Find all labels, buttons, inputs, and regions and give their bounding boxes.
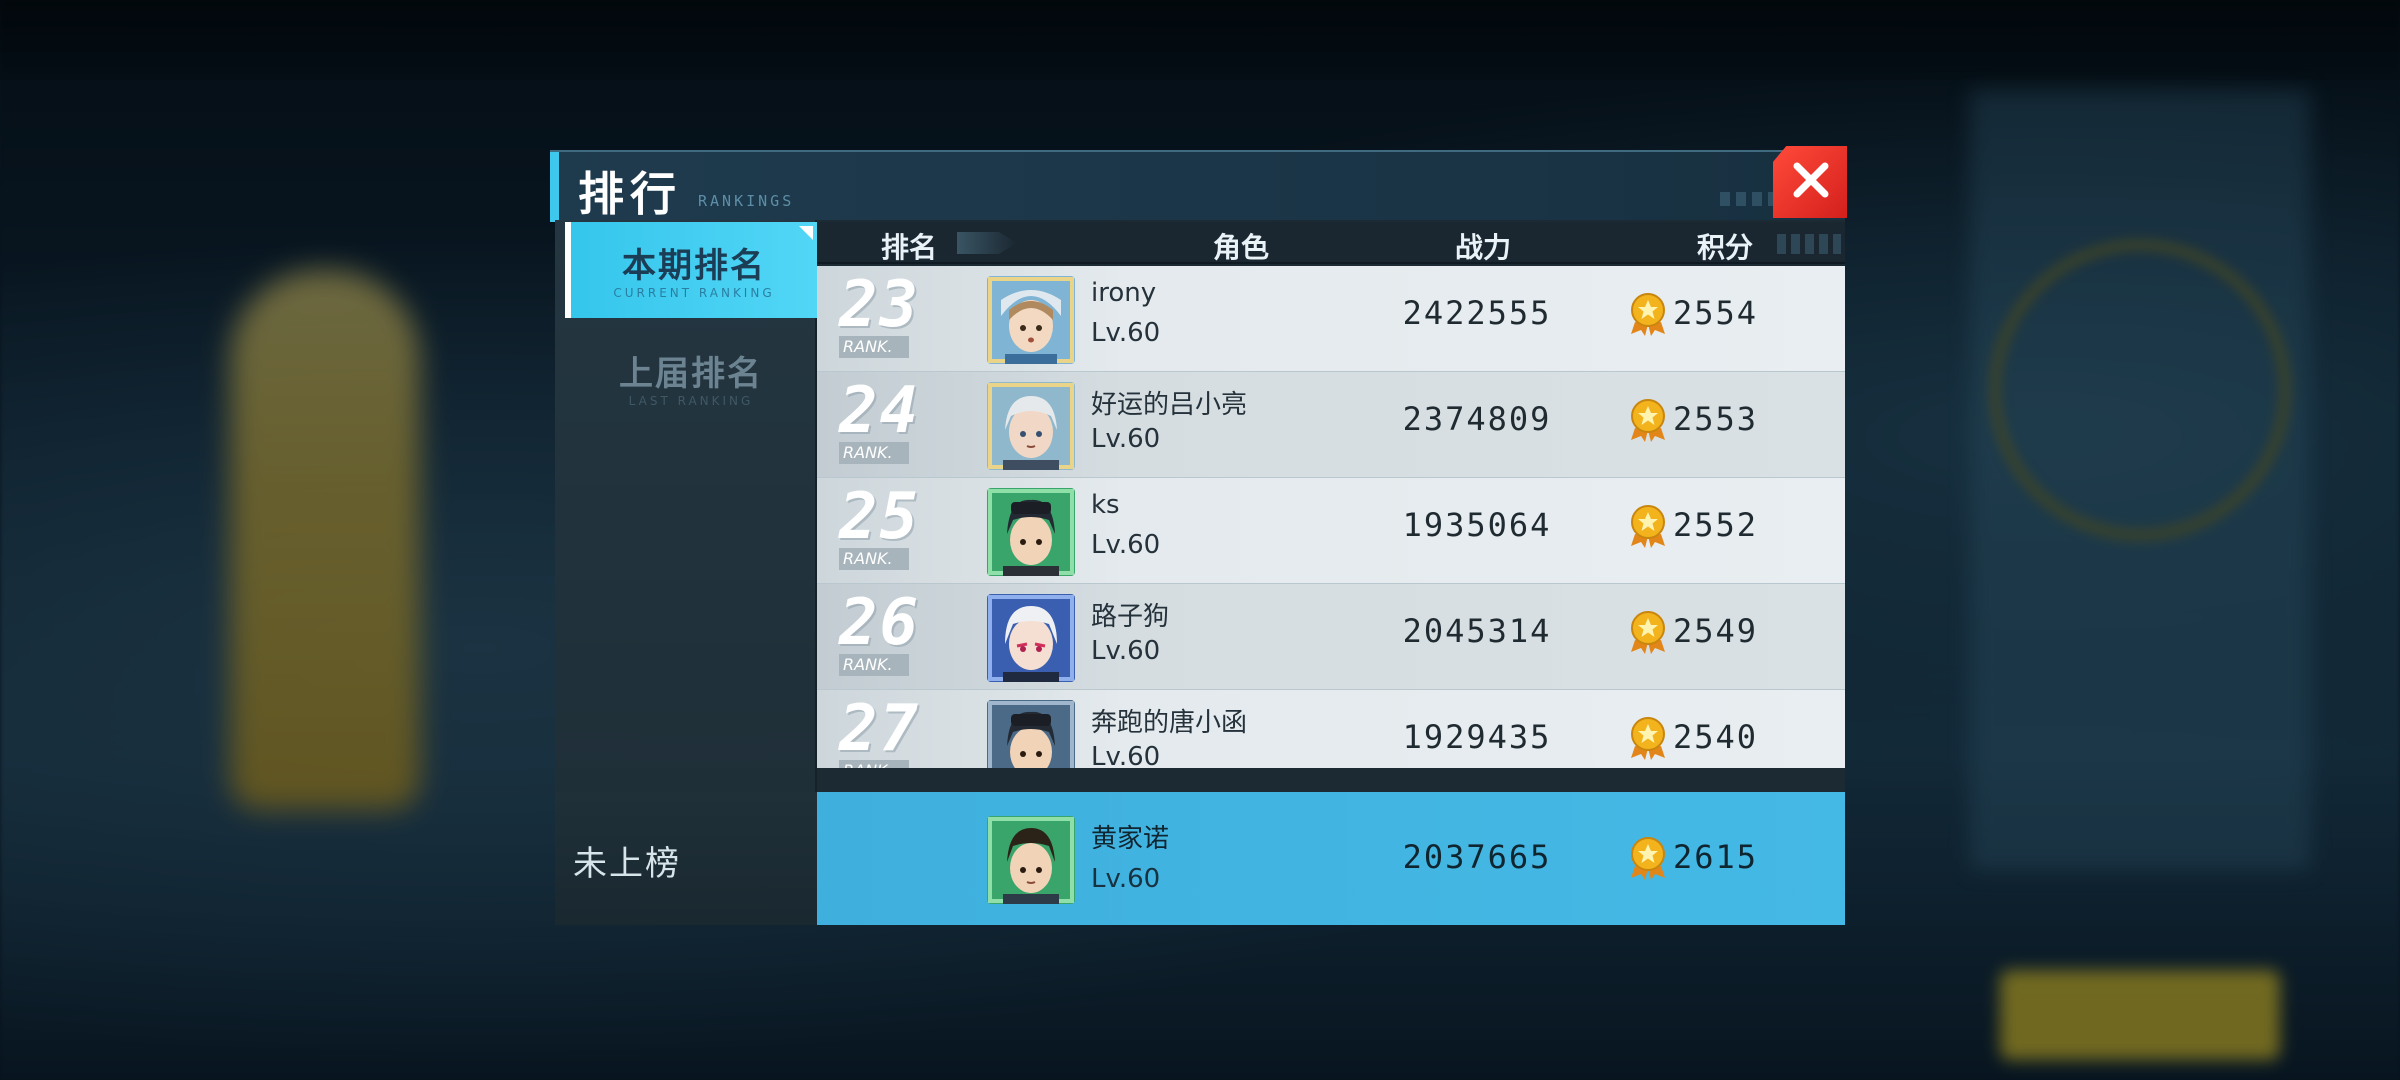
player-power: 1935064 (1402, 506, 1552, 544)
rank-badge: 23 RANK. (831, 268, 961, 368)
character-portrait-icon (987, 700, 1075, 768)
player-points: 2554 (1673, 294, 1759, 332)
player-level: Lv.60 (1091, 636, 1161, 666)
player-power: 1929435 (1402, 718, 1552, 756)
ranking-list[interactable]: 23 RANK. irony Lv.60 2422555 2554 24 RAN… (817, 266, 1845, 768)
header-power: 战力 (1455, 231, 1512, 264)
avatar[interactable] (987, 382, 1075, 470)
rank-number: 27 (839, 692, 921, 766)
player-name: 好运的吕小亮 (1091, 390, 1248, 420)
header-role: 角色 (1213, 231, 1270, 264)
player-points: 2553 (1673, 400, 1759, 438)
rank-badge: 26 RANK. (831, 586, 961, 686)
my-player-power: 2037665 (1402, 838, 1552, 876)
my-rank-cell: 未上榜 (555, 792, 817, 925)
table-row[interactable]: 26 RANK. 路子狗 Lv.60 2045314 2549 (817, 584, 1845, 690)
character-portrait-icon (987, 816, 1075, 904)
avatar[interactable] (987, 700, 1075, 768)
rank-tag: RANK. (839, 654, 909, 676)
rank-number: 25 (839, 480, 921, 554)
close-button[interactable] (1773, 146, 1847, 218)
avatar[interactable] (987, 276, 1075, 364)
points-medal-icon (1631, 505, 1665, 548)
character-portrait-icon (987, 488, 1075, 576)
avatar[interactable] (987, 488, 1075, 576)
my-avatar[interactable] (987, 816, 1075, 904)
avatar[interactable] (987, 594, 1075, 682)
dialog-subtitle: RANKINGS (698, 192, 795, 210)
header-chevron-decoration (957, 232, 1017, 254)
tab-last-ranking[interactable]: 上届排名 LAST RANKING (565, 330, 817, 426)
tab-last-ranking-sub: LAST RANKING (628, 394, 754, 408)
tab-current-ranking[interactable]: 本期排名 CURRENT RANKING (565, 222, 817, 318)
my-ranking-row: 未上榜 黄家诺 Lv.60 2037665 2615 (555, 792, 1845, 925)
my-player-level: Lv.60 (1091, 864, 1161, 894)
rank-tag: RANK. (839, 336, 909, 358)
close-icon (1793, 162, 1829, 198)
player-name: 路子狗 (1091, 602, 1170, 632)
table-row[interactable]: 24 RANK. 好运的吕小亮 Lv.60 2374809 2553 (817, 372, 1845, 478)
points-medal-icon (1631, 837, 1665, 880)
character-portrait-icon (987, 594, 1075, 682)
table-header: 排名 角色 战力 积分 (817, 222, 1845, 264)
ranking-dialog: 排行 RANKINGS 本期排名 CURRENT RANKING 上届排名 LA… (550, 146, 1847, 925)
player-points: 2552 (1673, 506, 1759, 544)
rank-tag: RANK. (839, 548, 909, 570)
player-name: irony (1091, 278, 1157, 308)
player-level: Lv.60 (1091, 742, 1161, 768)
rank-number: 26 (839, 586, 921, 660)
player-level: Lv.60 (1091, 530, 1161, 560)
rank-tag: RANK. (839, 442, 909, 464)
tab-last-ranking-label: 上届排名 (619, 354, 763, 394)
rank-number: 24 (839, 374, 921, 448)
player-level: Lv.60 (1091, 318, 1161, 348)
header-rank: 排名 (881, 231, 938, 264)
player-power: 2422555 (1402, 294, 1552, 332)
character-portrait-icon (987, 382, 1075, 470)
player-level: Lv.60 (1091, 424, 1161, 454)
header-points: 积分 (1697, 231, 1754, 264)
my-player-points: 2615 (1673, 838, 1759, 876)
points-medal-icon (1631, 399, 1665, 442)
rank-tag: RANK. (839, 760, 909, 768)
title-accent-bar (550, 152, 559, 222)
points-medal-icon (1631, 611, 1665, 654)
player-power: 2374809 (1402, 400, 1552, 438)
my-rank-status: 未上榜 (573, 844, 681, 884)
tab-current-ranking-label: 本期排名 (622, 246, 766, 286)
player-points: 2540 (1673, 718, 1759, 756)
player-name: ks (1091, 490, 1120, 520)
dialog-title: 排行 (578, 167, 682, 221)
rank-badge: 27 RANK. (831, 692, 961, 768)
player-name: 奔跑的唐小函 (1091, 708, 1248, 738)
points-medal-icon (1631, 293, 1665, 336)
table-row[interactable]: 27 RANK. 奔跑的唐小函 Lv.60 1929435 (817, 690, 1845, 768)
rank-number: 23 (839, 268, 921, 342)
header-stripes-decoration (1777, 234, 1841, 254)
table-row[interactable]: 23 RANK. irony Lv.60 2422555 2554 (817, 266, 1845, 372)
player-power: 2045314 (1402, 612, 1552, 650)
my-player-name: 黄家诺 (1091, 824, 1170, 854)
rank-badge: 24 RANK. (831, 374, 961, 474)
dialog-body: 本期排名 CURRENT RANKING 上届排名 LAST RANKING 排… (555, 220, 1845, 925)
player-points: 2549 (1673, 612, 1759, 650)
rank-badge: 25 RANK. (831, 480, 961, 580)
my-ranking-info[interactable]: 黄家诺 Lv.60 2037665 2615 (817, 792, 1845, 925)
tab-current-ranking-sub: CURRENT RANKING (613, 286, 775, 300)
table-row[interactable]: 25 RANK. ks Lv.60 1935064 2552 (817, 478, 1845, 584)
points-medal-icon (1631, 717, 1665, 760)
character-portrait-icon (987, 276, 1075, 364)
dialog-title-bar: 排行 RANKINGS (550, 150, 1845, 222)
